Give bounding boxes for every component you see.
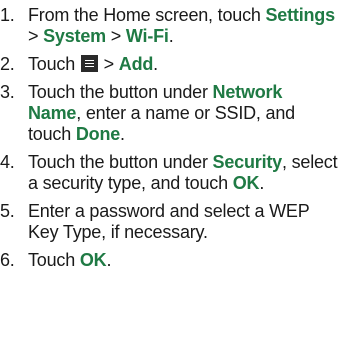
system-term: System bbox=[43, 26, 106, 46]
step-number: 1. bbox=[0, 5, 15, 25]
ok-term: OK bbox=[232, 173, 260, 193]
instruction-list: 1. From the Home screen, touch Settings … bbox=[0, 5, 338, 271]
separator: > bbox=[98, 54, 119, 74]
settings-term: Settings bbox=[265, 5, 336, 25]
step-1: 1. From the Home screen, touch Settings … bbox=[0, 5, 338, 47]
separator: > bbox=[105, 26, 126, 46]
step-text: Touch the button under bbox=[28, 152, 213, 172]
step-3: 3. Touch the button under Network Name, … bbox=[0, 82, 338, 145]
step-number: 6. bbox=[0, 250, 15, 270]
step-end: . bbox=[120, 124, 125, 144]
add-term: Add bbox=[118, 54, 154, 74]
menu-icon bbox=[80, 55, 98, 72]
step-text: Touch bbox=[28, 250, 80, 270]
step-number: 4. bbox=[0, 152, 15, 172]
step-2: 2. Touch > Add. bbox=[0, 54, 338, 75]
step-number: 3. bbox=[0, 82, 15, 102]
step-end: . bbox=[168, 26, 174, 46]
done-term: Done bbox=[75, 124, 121, 144]
wifi-term: Wi-Fi bbox=[125, 26, 169, 46]
step-end: . bbox=[259, 173, 265, 193]
step-number: 2. bbox=[0, 54, 15, 74]
step-4: 4. Touch the button under Security, sele… bbox=[0, 152, 338, 194]
step-6: 6. Touch OK. bbox=[0, 250, 338, 271]
step-end: . bbox=[153, 54, 158, 74]
ok-term: OK bbox=[79, 250, 107, 270]
step-text: Enter a password and select a WEP Key Ty… bbox=[28, 201, 310, 242]
step-end: . bbox=[106, 250, 112, 270]
step-5: 5. Enter a password and select a WEP Key… bbox=[0, 201, 338, 243]
security-term: Security bbox=[212, 152, 283, 172]
step-text: Touch the button under bbox=[28, 82, 213, 102]
step-text: Touch bbox=[28, 54, 80, 74]
step-number: 5. bbox=[0, 201, 15, 221]
separator: > bbox=[28, 26, 44, 46]
step-text: From the Home screen, touch bbox=[28, 5, 266, 25]
